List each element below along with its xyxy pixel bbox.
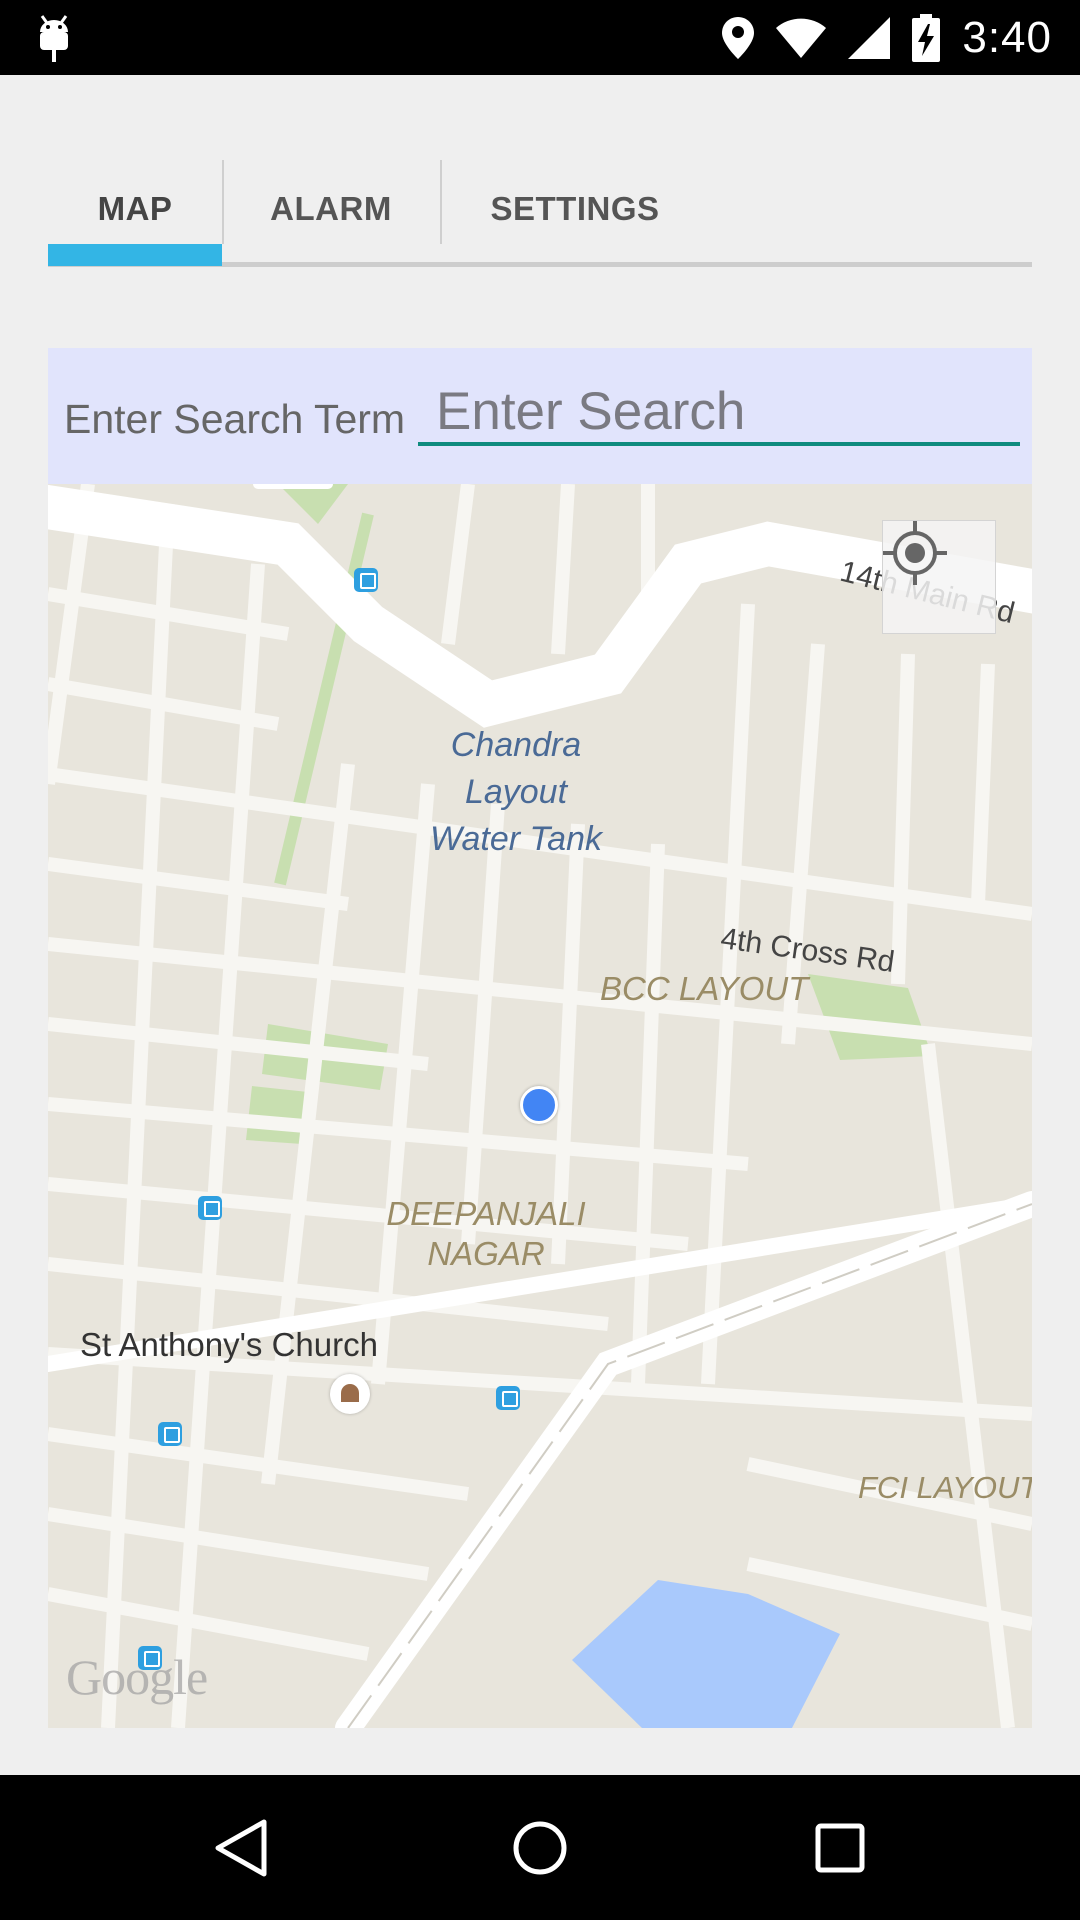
search-label: Enter Search Term xyxy=(64,396,406,442)
signal-icon xyxy=(848,16,891,59)
recents-icon xyxy=(815,1823,865,1872)
tab-indicator xyxy=(48,244,222,266)
bus-stop-icon[interactable] xyxy=(198,1196,222,1220)
map-label-water-tank: Chandra Layout Water Tank xyxy=(430,726,602,858)
map-label-church: St Anthony's Church xyxy=(80,1326,378,1363)
navigation-bar xyxy=(0,1775,1080,1920)
google-attribution: Google xyxy=(66,1649,208,1705)
recents-button[interactable] xyxy=(760,1775,920,1920)
back-icon xyxy=(215,1819,267,1876)
status-time: 3:40 xyxy=(962,12,1052,62)
location-icon xyxy=(722,16,755,59)
crosshair-icon xyxy=(883,521,947,585)
home-button[interactable] xyxy=(460,1775,620,1920)
my-location-dot xyxy=(520,1086,558,1124)
android-debug-icon xyxy=(40,15,68,62)
back-button[interactable] xyxy=(160,1775,320,1920)
bus-stop-icon[interactable] xyxy=(158,1422,182,1446)
status-bar: 3:40 xyxy=(0,0,1080,75)
map-label-bcc-layout: BCC LAYOUT xyxy=(600,970,809,1007)
bus-stop-icon[interactable] xyxy=(354,568,378,592)
bus-stop-icon[interactable] xyxy=(496,1386,520,1410)
map-view[interactable]: Chandra Layout Water Tank BCC LAYOUT DEE… xyxy=(48,484,1032,1728)
my-location-button[interactable] xyxy=(882,520,996,634)
home-icon xyxy=(513,1821,567,1874)
tab-alarm[interactable]: ALARM xyxy=(222,150,440,268)
battery-charging-icon xyxy=(912,13,941,62)
search-input[interactable] xyxy=(418,380,1020,446)
wifi-icon xyxy=(776,18,827,58)
bus-stop-icon[interactable] xyxy=(138,1646,162,1670)
church-icon[interactable] xyxy=(330,1374,370,1414)
map-label-fci-layout: FCI LAYOUT xyxy=(858,1470,1032,1505)
tab-settings[interactable]: SETTINGS xyxy=(440,150,710,268)
search-row: Enter Search Term xyxy=(48,348,1032,484)
map-label-deepanjali-nagar: DEEPANJALI NAGAR xyxy=(386,1195,586,1272)
